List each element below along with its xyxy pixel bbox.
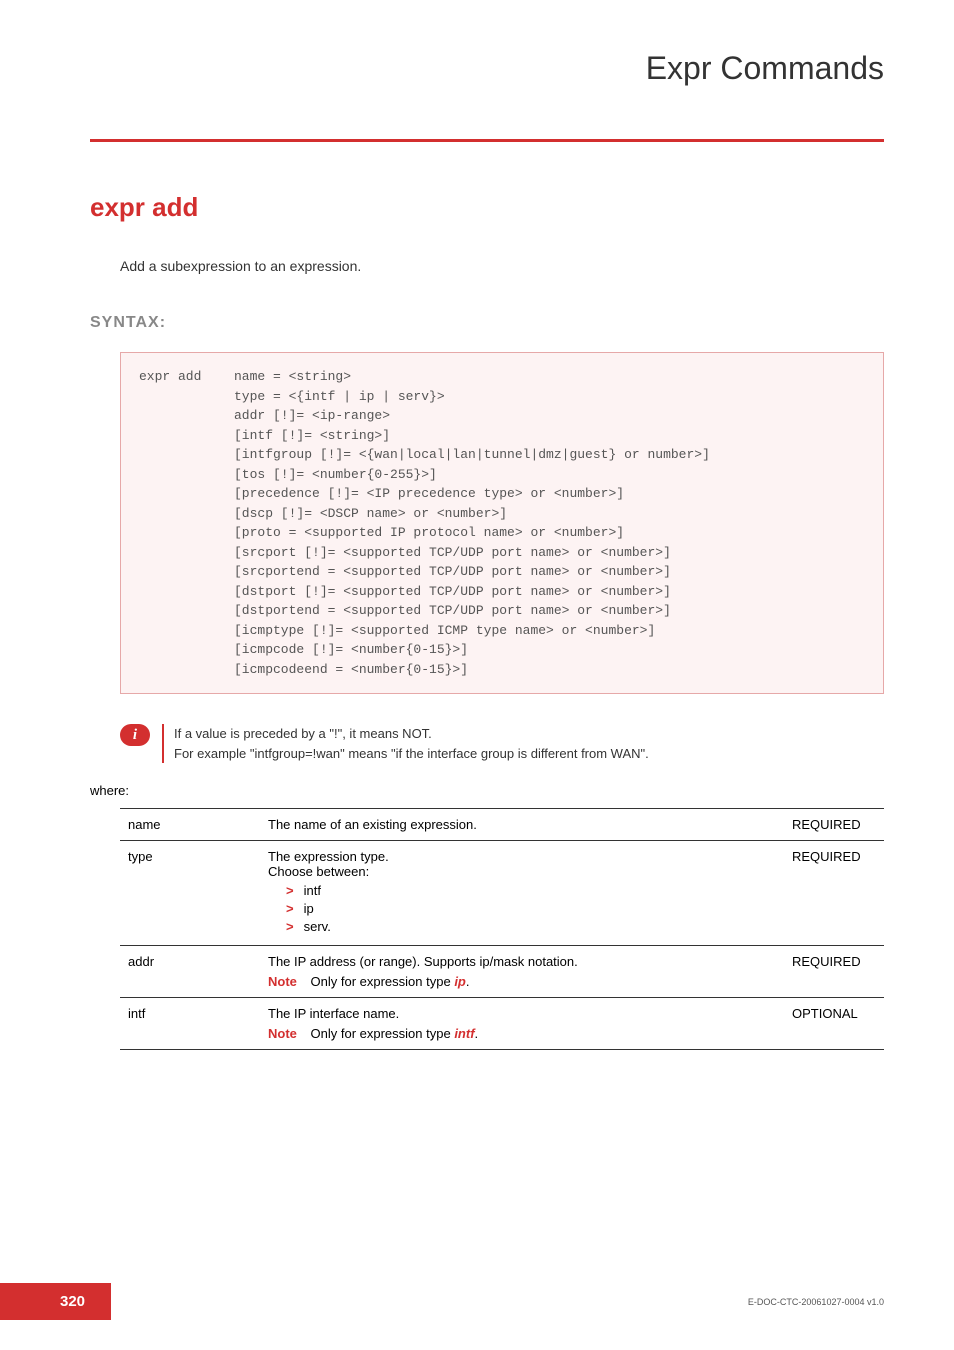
command-description: Add a subexpression to an expression. (120, 258, 884, 274)
param-name: name (120, 809, 260, 841)
syntax-box: expr addname = <string> type = <{intf | … (120, 352, 884, 694)
list-item: > serv. (286, 919, 776, 934)
param-desc-line: The expression type. (268, 849, 389, 864)
note-prefix: Only for expression type (311, 974, 455, 989)
bullet-arrow-icon: > (286, 883, 294, 898)
param-desc: The name of an existing expression. (260, 809, 784, 841)
bullet-text: ip (304, 901, 314, 916)
param-req: REQUIRED (784, 809, 884, 841)
param-name: type (120, 841, 260, 946)
note-label: Note (268, 974, 297, 989)
doc-id: E-DOC-CTC-20061027-0004 v1.0 (748, 1297, 884, 1307)
info-divider (162, 724, 164, 763)
bullet-text: serv. (304, 919, 331, 934)
param-desc-text: The IP interface name. (268, 1006, 399, 1021)
note-prefix: Only for expression type (311, 1026, 455, 1041)
table-row: type The expression type. Choose between… (120, 841, 884, 946)
syntax-body: name = <string> type = <{intf | ip | ser… (234, 367, 710, 679)
bullet-text: intf (304, 883, 321, 898)
param-desc-text: The IP address (or range). Supports ip/m… (268, 954, 578, 969)
syntax-command: expr add (139, 367, 234, 387)
param-name: addr (120, 946, 260, 998)
bullet-arrow-icon: > (286, 901, 294, 916)
bullet-list: > intf > ip > serv. (268, 883, 776, 934)
note-em: ip (454, 974, 466, 989)
param-req: REQUIRED (784, 946, 884, 998)
param-table: name The name of an existing expression.… (120, 808, 884, 1050)
info-note-line1: If a value is preceded by a "!", it mean… (174, 726, 432, 741)
note-suffix: . (475, 1026, 479, 1041)
param-desc: The IP interface name. Note Only for exp… (260, 998, 784, 1050)
syntax-section-label: SYNTAX: (90, 314, 884, 332)
table-row: addr The IP address (or range). Supports… (120, 946, 884, 998)
param-name: intf (120, 998, 260, 1050)
param-note: Note Only for expression type ip. (268, 974, 776, 989)
table-row: intf The IP interface name. Note Only fo… (120, 998, 884, 1050)
info-icon: i (120, 724, 150, 746)
list-item: > intf (286, 883, 776, 898)
note-label: Note (268, 1026, 297, 1041)
param-req: OPTIONAL (784, 998, 884, 1050)
chapter-title: Expr Commands (90, 50, 884, 99)
param-desc-line: Choose between: (268, 864, 369, 879)
info-note-line2: For example "intfgroup=!wan" means "if t… (174, 746, 649, 761)
page-footer: 320 E-DOC-CTC-20061027-0004 v1.0 (0, 1283, 954, 1320)
header-rule (90, 139, 884, 142)
bullet-arrow-icon: > (286, 919, 294, 934)
param-desc: The expression type. Choose between: > in… (260, 841, 784, 946)
note-suffix: . (466, 974, 470, 989)
command-title: expr add (90, 192, 884, 223)
note-em: intf (454, 1026, 474, 1041)
param-req: REQUIRED (784, 841, 884, 946)
info-icon-glyph: i (133, 727, 137, 744)
table-bottom-rule (120, 1050, 884, 1051)
where-label: where: (90, 783, 884, 798)
param-desc: The IP address (or range). Supports ip/m… (260, 946, 784, 998)
table-row: name The name of an existing expression.… (120, 809, 884, 841)
list-item: > ip (286, 901, 776, 916)
page-number: 320 (0, 1283, 111, 1320)
info-note-text: If a value is preceded by a "!", it mean… (174, 724, 649, 763)
param-note: Note Only for expression type intf. (268, 1026, 776, 1041)
info-note: i If a value is preceded by a "!", it me… (120, 724, 884, 763)
